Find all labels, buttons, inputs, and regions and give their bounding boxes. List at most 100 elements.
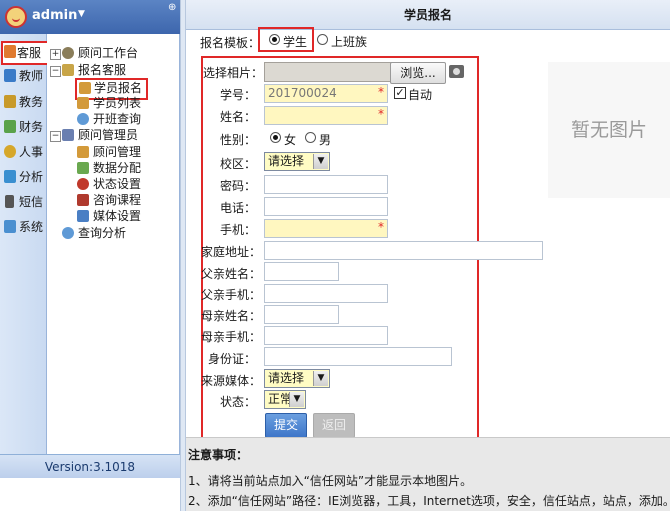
submit-button[interactable]: 提交 <box>265 413 307 438</box>
pin-icon[interactable]: ⊕ <box>168 2 176 13</box>
tree-label: 咨询课程 <box>93 193 142 207</box>
notes-title: 注意事项： <box>188 448 249 462</box>
id-card-label: 身份证： <box>207 352 256 366</box>
father-mobile-field[interactable] <box>264 284 388 303</box>
page-title: 学员报名 <box>186 0 670 30</box>
kefu-icon <box>4 45 16 58</box>
username[interactable]: admin <box>32 8 77 23</box>
grid-icon <box>77 162 89 174</box>
module-sidebar: 客服 教师 教务 财务 人事 分析 短信 系统 <box>0 34 49 454</box>
tree-label: 报名客服 <box>78 63 127 77</box>
nav-tree: + 顾问工作台 − 报名客服 学员报名 学员列表 开班查询 − 顾问管理员 顾问… <box>47 34 180 454</box>
browse-button[interactable]: 浏览... <box>390 62 446 84</box>
module-hr[interactable]: 人事 <box>2 142 46 162</box>
mobile-field[interactable]: * <box>264 219 388 238</box>
student-id-label: 学号： <box>219 88 256 102</box>
mother-name-field[interactable] <box>264 305 339 324</box>
teacher-icon <box>4 69 16 82</box>
user-icon <box>62 129 74 141</box>
chevron-down-icon[interactable]: ▼ <box>313 371 328 386</box>
id-card-field[interactable] <box>264 347 452 366</box>
father-mobile-label: 父亲手机： <box>201 288 262 302</box>
notes-line-2: 2、添加“信任网站”路径：IE浏览器，工具，Internet选项，安全，信任站点… <box>188 494 670 508</box>
module-finance[interactable]: 财务 <box>2 117 46 137</box>
tree-label: 顾问工作台 <box>78 46 139 60</box>
mobile-label: 手机： <box>219 223 256 237</box>
required-star: * <box>378 107 384 121</box>
version-label: Version:3.1018 <box>0 454 180 478</box>
tree-label: 开班查询 <box>93 112 142 126</box>
required-star: * <box>378 220 384 234</box>
name-field[interactable]: * <box>264 106 388 125</box>
student-id-value: 201700024 <box>268 86 337 100</box>
module-label: 系统 <box>19 220 44 234</box>
name-label: 姓名： <box>219 110 256 124</box>
address-label: 家庭地址： <box>201 245 262 259</box>
module-analysis[interactable]: 分析 <box>2 167 46 187</box>
module-system[interactable]: 系统 <box>2 217 46 237</box>
module-sms[interactable]: 短信 <box>2 192 46 212</box>
status-icon <box>77 178 89 190</box>
module-label: 教务 <box>19 95 44 109</box>
module-label: 教师 <box>19 69 44 83</box>
module-kefu[interactable]: 客服 <box>1 41 49 65</box>
system-icon <box>4 220 16 233</box>
chevron-down-icon[interactable]: ▼ <box>289 392 304 407</box>
media-icon <box>77 210 89 222</box>
module-label: 客服 <box>17 46 42 60</box>
module-label: 分析 <box>19 170 44 184</box>
tree-label: 学员报名 <box>94 81 143 95</box>
photo-label: 选择相片： <box>203 66 264 80</box>
top-bar <box>0 0 180 34</box>
splitter-handle[interactable] <box>180 0 186 511</box>
media-value: 请选择 <box>268 371 305 385</box>
media-select[interactable]: 请选择 ▼ <box>264 369 330 388</box>
module-label: 人事 <box>19 145 44 159</box>
address-field[interactable] <box>264 241 543 260</box>
gender-female-label[interactable]: 女 <box>284 131 296 148</box>
media-label: 来源媒体： <box>201 374 262 388</box>
gender-female-radio[interactable] <box>270 132 281 143</box>
template-worker-radio[interactable] <box>317 34 328 45</box>
required-star: * <box>378 85 384 99</box>
tree-label: 数据分配 <box>93 161 142 175</box>
campus-select[interactable]: 请选择 ▼ <box>264 152 330 171</box>
gear-icon <box>62 47 74 59</box>
gender-label: 性别： <box>219 133 256 147</box>
mother-name-label: 母亲姓名： <box>201 309 262 323</box>
student-id-field[interactable]: 201700024 * <box>264 84 388 103</box>
user-avatar-icon[interactable] <box>5 6 27 28</box>
student-icon <box>79 82 91 94</box>
academic-icon <box>4 95 16 108</box>
tree-label: 媒体设置 <box>93 209 142 223</box>
chart-icon <box>4 170 16 183</box>
finance-icon <box>4 120 16 133</box>
father-name-label: 父亲姓名： <box>201 267 262 281</box>
hr-icon <box>4 145 16 158</box>
gender-male-radio[interactable] <box>305 132 316 143</box>
collapse-icon[interactable]: − <box>50 66 61 77</box>
tree-label: 状态设置 <box>93 177 142 191</box>
auto-checkbox[interactable]: ✓ <box>394 87 406 99</box>
template-student-radio[interactable] <box>269 34 280 45</box>
back-button[interactable]: 返回 <box>313 413 355 438</box>
template-worker-label[interactable]: 上班族 <box>331 33 367 50</box>
collapse-icon[interactable]: − <box>50 131 61 142</box>
chevron-down-icon[interactable]: ▼ <box>313 154 328 169</box>
phone-field[interactable] <box>264 197 388 216</box>
mother-mobile-field[interactable] <box>264 326 388 345</box>
tree-label: 查询分析 <box>78 226 127 240</box>
module-teacher[interactable]: 教师 <box>2 66 46 86</box>
module-academic[interactable]: 教务 <box>2 92 46 112</box>
father-name-field[interactable] <box>264 262 339 281</box>
auto-label: 自动 <box>408 88 433 102</box>
template-student-label[interactable]: 学生 <box>283 33 307 50</box>
status-select[interactable]: 正常 ▼ <box>264 390 306 409</box>
chevron-down-icon[interactable]: ▼ <box>78 9 85 19</box>
camera-icon[interactable] <box>449 65 464 78</box>
expand-icon[interactable]: + <box>50 49 61 60</box>
status-label: 状态： <box>219 395 256 409</box>
tree-label: 顾问管理 <box>93 145 142 159</box>
password-field[interactable] <box>264 175 388 194</box>
gender-male-label[interactable]: 男 <box>319 131 331 148</box>
